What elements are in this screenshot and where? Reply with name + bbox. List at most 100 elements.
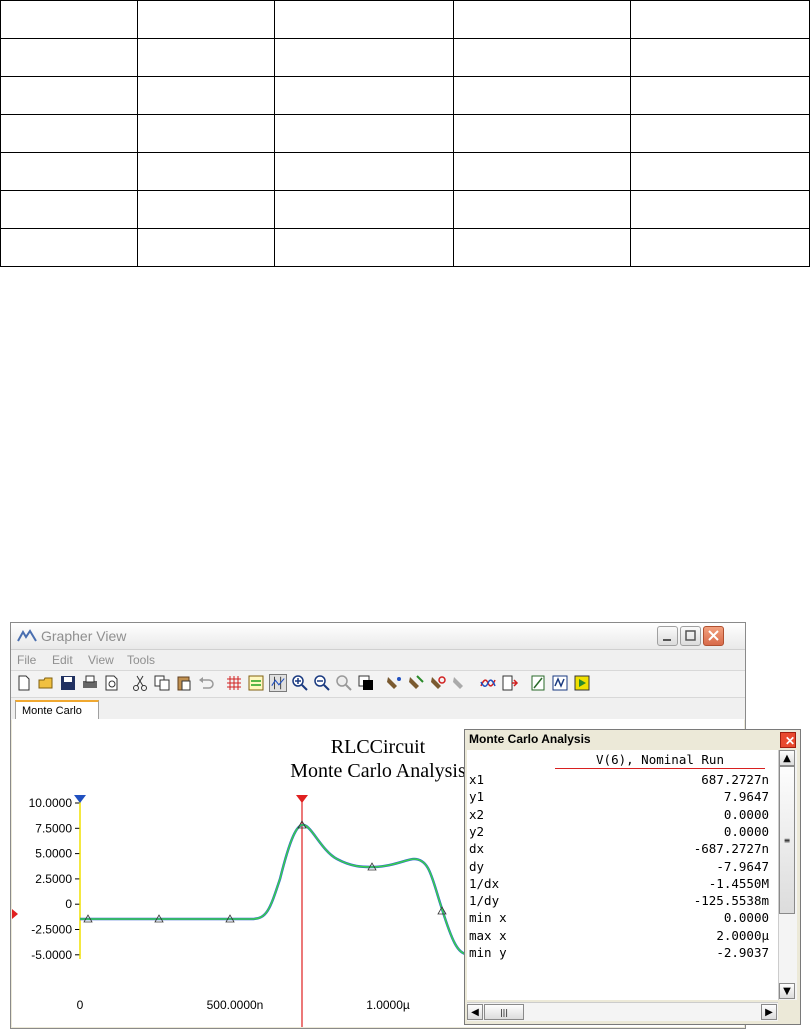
export-mathcad-icon[interactable] — [551, 674, 569, 692]
readout-label: 1/dx — [469, 875, 500, 891]
y-axis-marker — [12, 909, 18, 919]
readout-row: min y -2.9037 — [469, 945, 769, 961]
cut-icon[interactable] — [131, 674, 149, 692]
menu-tools[interactable]: Tools — [127, 653, 155, 667]
menu-file[interactable]: File — [17, 653, 36, 667]
y-tick-label: 2.5000 — [35, 872, 72, 886]
readout-label: y2 — [469, 823, 485, 839]
readout-row: y2 0.0000 — [469, 824, 769, 840]
close-button[interactable] — [703, 626, 724, 646]
chevron-down-icon: ▼ — [783, 986, 791, 997]
dialog-close-button[interactable]: ✕ — [780, 732, 796, 748]
trace-remove-icon[interactable] — [451, 674, 469, 692]
readout-value: -7.9647 — [716, 858, 769, 874]
table-row — [0, 190, 810, 229]
zoom-in-icon[interactable] — [291, 674, 309, 692]
zoom-full-icon[interactable] — [335, 674, 353, 692]
table-cell — [630, 76, 810, 115]
open-folder-icon[interactable] — [37, 674, 55, 692]
print-icon[interactable] — [81, 674, 99, 692]
readout-row: y1 7.9647 — [469, 789, 769, 805]
dialog-title-bar[interactable]: Monte Carlo Analysis ✕ — [465, 730, 800, 748]
trace-run-b — [80, 823, 468, 956]
maximize-icon — [685, 630, 696, 641]
table-cell — [453, 228, 632, 267]
overlay-traces-icon[interactable] — [479, 674, 497, 692]
table-cell — [630, 190, 810, 229]
table-cell — [136, 152, 275, 191]
table-cell — [0, 76, 138, 115]
cursor-readout: V(6), Nominal Run x1 687.2727n y1 7.9647 x2 0… — [467, 750, 778, 1000]
readout-row: min x 0.0000 — [469, 910, 769, 926]
table-cell — [273, 76, 455, 115]
table-cell — [630, 228, 810, 267]
readout-label: min y — [469, 945, 507, 960]
scroll-down-button[interactable]: ▼ — [779, 983, 795, 999]
x-tick-label: 0 — [77, 998, 84, 1012]
readout-value: -687.2727n — [693, 841, 769, 857]
readout-label: max x — [469, 927, 507, 943]
close-icon — [708, 630, 719, 641]
vertical-scroll-thumb[interactable]: ≡ — [779, 766, 795, 914]
trace-nominal — [80, 824, 468, 955]
y-tick-label: 10.0000 — [29, 796, 73, 810]
chevron-up-icon: ▲ — [783, 753, 791, 764]
new-file-icon[interactable] — [15, 674, 33, 692]
save-icon[interactable] — [59, 674, 77, 692]
horizontal-scroll-thumb[interactable]: ||| — [484, 1004, 524, 1020]
table-cell — [0, 190, 138, 229]
undo-icon[interactable] — [197, 674, 215, 692]
readout-row: x2 0.0000 — [469, 807, 769, 823]
table-cell — [453, 0, 632, 39]
copy-icon[interactable] — [153, 674, 171, 692]
select-trace-icon[interactable] — [385, 674, 403, 692]
zoom-out-icon[interactable] — [313, 674, 331, 692]
grid-icon[interactable] — [225, 674, 243, 692]
edit-trace-icon[interactable] — [407, 674, 425, 692]
vertical-scrollbar[interactable]: ▲ ≡ ▼ — [778, 750, 797, 1000]
y-tick-label: 7.5000 — [35, 821, 72, 835]
scroll-up-button[interactable]: ▲ — [779, 750, 795, 766]
cursors-icon[interactable] — [269, 674, 287, 692]
table-row — [0, 76, 810, 115]
menu-view[interactable]: View — [88, 653, 114, 667]
export-labview-icon[interactable] — [573, 674, 591, 692]
table-cell — [136, 190, 275, 229]
table-cell — [453, 114, 632, 153]
readout-label: y1 — [469, 789, 485, 805]
title-bar[interactable]: Grapher View — [11, 623, 745, 650]
readout-row: x1 687.2727n — [469, 772, 769, 788]
legend-icon[interactable] — [247, 674, 265, 692]
menu-edit[interactable]: Edit — [52, 653, 73, 667]
export-data-icon[interactable] — [501, 674, 519, 692]
readout-value: 687.2727n — [701, 772, 769, 787]
readout-label: min x — [469, 910, 507, 926]
export-excel-icon[interactable] — [529, 674, 547, 692]
x-tick-label: 1.0000µ — [366, 998, 410, 1012]
minimize-button[interactable] — [657, 626, 678, 646]
maximize-button[interactable] — [680, 626, 701, 646]
chevron-right-icon: ▶ — [765, 1007, 773, 1018]
scroll-left-button[interactable]: ◀ — [467, 1004, 483, 1020]
horizontal-scrollbar[interactable]: ◀ ||| ▶ — [467, 1002, 778, 1021]
readout-label: dx — [469, 841, 485, 857]
paste-icon[interactable] — [175, 674, 193, 692]
table-cell — [136, 0, 275, 39]
cursor-1-marker — [74, 795, 86, 803]
readout-value: -2.9037 — [716, 945, 769, 960]
table-cell — [136, 228, 275, 267]
table-cell — [136, 114, 275, 153]
readout-label: x2 — [469, 806, 485, 822]
background-toggle-icon[interactable] — [357, 674, 375, 692]
table-cell — [630, 152, 810, 191]
trace-refresh-icon[interactable] — [429, 674, 447, 692]
scroll-right-button[interactable]: ▶ — [761, 1004, 777, 1020]
table-cell — [136, 38, 275, 77]
table-cell — [0, 228, 138, 267]
table-cell — [136, 76, 275, 115]
print-preview-icon[interactable] — [103, 674, 121, 692]
minimize-icon — [663, 639, 671, 641]
readout-label: 1/dy — [469, 893, 500, 909]
graph-subtitle: Monte Carlo Analysis — [290, 760, 466, 782]
tab-monte-carlo[interactable]: Monte Carlo — [15, 700, 99, 720]
